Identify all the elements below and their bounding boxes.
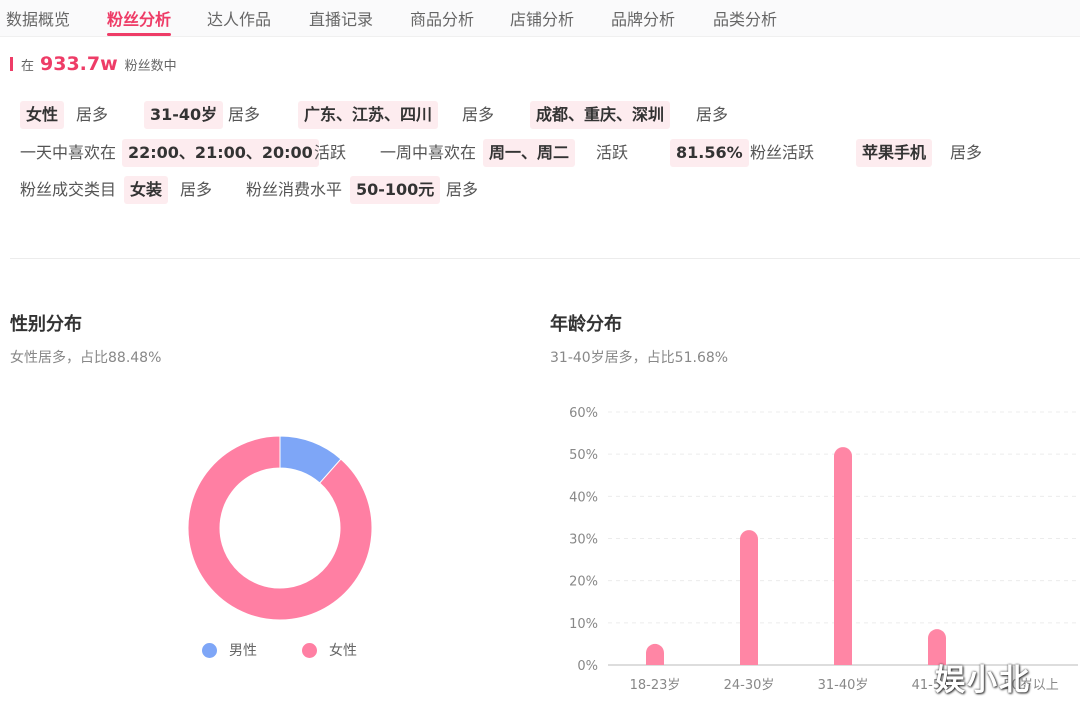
section-divider: [10, 258, 1080, 259]
accent-bar: [10, 57, 13, 71]
tag-active-days-pre: 一周中喜欢在: [380, 143, 477, 162]
tag-city-text: 居多: [696, 105, 729, 124]
tag-spending-pre: 粉丝消费水平: [246, 180, 343, 199]
tag-active-days-text: 活跃: [596, 143, 629, 162]
x-tick-label: 31-40岁: [818, 678, 869, 693]
tag-category: 女装: [124, 176, 169, 204]
x-tick-label: 18-23岁: [630, 678, 681, 693]
age-title: 年龄分布: [550, 314, 622, 335]
tag-active-hours: 22:00、21:00、20:00: [122, 139, 319, 167]
tag-province-text: 居多: [462, 105, 495, 124]
legend-male-label: 男性: [229, 643, 257, 659]
fan-count-line: 在 933.7w 粉丝数中: [10, 52, 177, 76]
tab-brand-analysis[interactable]: 品牌分析: [611, 6, 675, 30]
legend-female[interactable]: 女性: [302, 640, 357, 660]
legend-female-dot: [302, 642, 317, 658]
fan-count-prefix: 在: [21, 58, 35, 74]
fan-count-suffix: 粉丝数中: [124, 58, 177, 74]
tag-active-hours-text: 活跃: [314, 143, 347, 162]
tab-bar: 数据概览 粉丝分析 达人作品 直播记录 商品分析 店铺分析 品牌分析 品类分析: [0, 0, 1080, 37]
tab-product-analysis[interactable]: 商品分析: [410, 6, 474, 30]
y-tick-label: 50%: [569, 448, 598, 463]
legend-male[interactable]: 男性: [202, 640, 257, 660]
tag-age-text: 居多: [228, 105, 261, 124]
age-subtitle: 31-40岁居多，占比51.68%: [550, 350, 729, 366]
donut-slice-female[interactable]: [187, 435, 373, 621]
y-tick-label: 0%: [577, 659, 598, 674]
tag-spending-text: 居多: [446, 180, 479, 199]
y-tick-label: 10%: [569, 617, 598, 632]
tag-category-text: 居多: [180, 180, 213, 199]
tab-creator-works[interactable]: 达人作品: [207, 6, 271, 30]
tag-active-rate-text: 粉丝活跃: [750, 143, 815, 162]
tag-province: 广东、江苏、四川: [298, 101, 439, 129]
tag-age: 31-40岁: [144, 101, 224, 129]
y-tick-label: 20%: [569, 575, 598, 590]
tag-city: 成都、重庆、深圳: [530, 101, 671, 129]
y-tick-label: 30%: [569, 533, 598, 548]
tag-phone: 苹果手机: [856, 139, 933, 167]
tag-phone-text: 居多: [950, 143, 983, 162]
tab-shop-analysis[interactable]: 店铺分析: [510, 6, 574, 30]
tag-category-pre: 粉丝成交类目: [20, 180, 117, 199]
y-tick-label: 40%: [569, 490, 598, 505]
gender-subtitle: 女性居多，占比88.48%: [10, 350, 162, 366]
gender-title: 性别分布: [10, 314, 82, 335]
legend-male-dot: [202, 642, 217, 658]
tag-active-days: 周一、周二: [483, 139, 576, 167]
gender-donut-chart: [187, 435, 373, 621]
tab-data-overview[interactable]: 数据概览: [6, 6, 70, 30]
tag-gender: 女性: [20, 101, 65, 129]
y-tick-label: 60%: [569, 406, 598, 421]
tab-live-records[interactable]: 直播记录: [309, 6, 373, 30]
x-tick-label: 24-30岁: [724, 678, 775, 693]
tag-active-rate: 81.56%: [670, 139, 749, 167]
tag-spending: 50-100元: [350, 176, 441, 204]
age-bar-2[interactable]: [740, 530, 758, 665]
tag-gender-text: 居多: [76, 105, 109, 124]
tab-fan-analysis[interactable]: 粉丝分析: [107, 6, 171, 30]
age-bar-3[interactable]: [834, 447, 852, 665]
tab-category-analysis[interactable]: 品类分析: [713, 6, 777, 30]
fan-count: 933.7w: [40, 53, 118, 75]
age-bar-1[interactable]: [646, 643, 664, 665]
watermark: 娱小北: [935, 663, 1031, 698]
tag-active-hours-pre: 一天中喜欢在: [20, 143, 117, 162]
legend-female-label: 女性: [329, 643, 357, 659]
active-tab-indicator: [107, 33, 171, 36]
